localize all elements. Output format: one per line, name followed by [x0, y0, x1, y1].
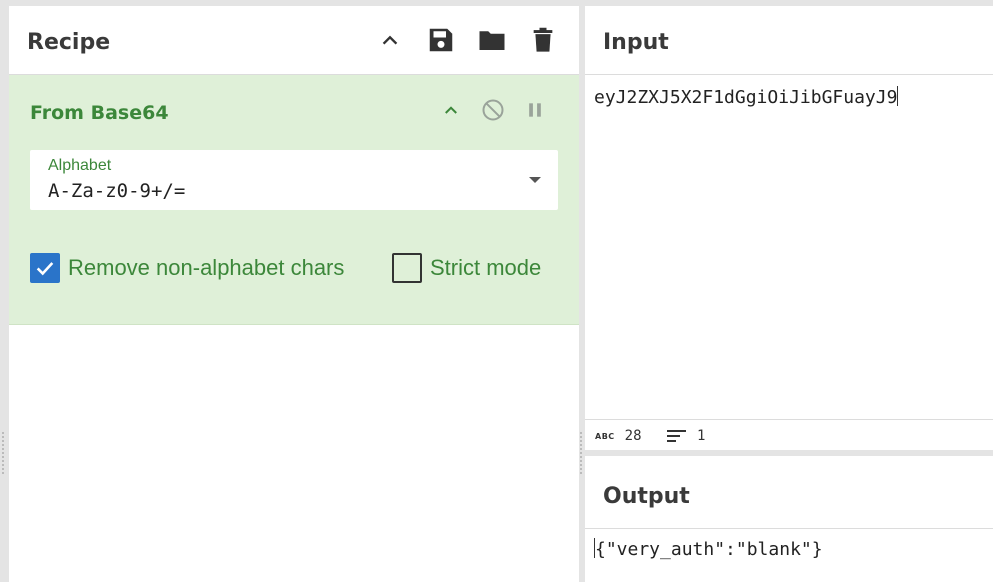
collapse-all-button[interactable]	[374, 24, 406, 56]
input-length: 28	[624, 428, 642, 444]
save-icon	[429, 28, 453, 52]
chevron-up-icon	[445, 106, 457, 114]
input-textarea[interactable]: eyJ2ZXJ5X2F1dGgiOiJibGFuayJ9	[594, 86, 899, 108]
input-lines: 1	[697, 428, 706, 444]
remove-non-alphabet-label: Remove non-alphabet chars	[68, 255, 345, 280]
folder-icon	[479, 31, 505, 50]
alphabet-label: Alphabet	[48, 157, 112, 174]
center-resize-handle[interactable]	[580, 432, 584, 474]
save-recipe-button[interactable]	[425, 24, 457, 56]
output-pane: Output {"very_auth":"blank"}	[585, 456, 993, 582]
text-cursor	[897, 86, 899, 106]
input-text: eyJ2ZXJ5X2F1dGgiOiJibGFuayJ9	[594, 87, 898, 108]
length-stat: ABC 28	[595, 428, 642, 444]
output-header: Output	[585, 456, 993, 529]
recipe-pane: Recipe From Base64 Alphabet A-Za-z0-9+/=…	[9, 6, 579, 582]
pause-icon	[529, 103, 541, 117]
clear-recipe-button[interactable]	[527, 24, 559, 56]
minimise-operation-button[interactable]	[436, 95, 466, 125]
chevron-up-icon	[382, 35, 398, 45]
load-recipe-button[interactable]	[476, 24, 508, 56]
input-title: Input	[603, 30, 669, 55]
disable-operation-button[interactable]	[478, 95, 508, 125]
strict-mode-checkbox[interactable]: Strict mode	[392, 253, 541, 283]
input-header: Input	[585, 6, 993, 75]
lines-stat: 1	[667, 428, 705, 444]
recipe-header: Recipe	[9, 6, 579, 75]
checkbox-checked-icon[interactable]	[30, 253, 60, 283]
trash-icon	[533, 27, 553, 52]
recipe-title: Recipe	[27, 30, 111, 55]
remove-non-alphabet-checkbox[interactable]: Remove non-alphabet chars	[30, 253, 344, 283]
operation-from-base64: From Base64 Alphabet A-Za-z0-9+/= Remove…	[9, 75, 579, 325]
left-resize-handle[interactable]	[2, 432, 6, 474]
dropdown-caret-icon[interactable]	[529, 177, 541, 183]
pause-operation-button[interactable]	[520, 95, 550, 125]
disable-icon	[482, 99, 504, 121]
input-status-bar: ABC 28 1	[585, 419, 993, 450]
output-text: {"very_auth":"blank"}	[595, 539, 823, 560]
alphabet-value: A-Za-z0-9+/=	[48, 180, 186, 202]
operation-title: From Base64	[30, 102, 169, 124]
input-pane: Input eyJ2ZXJ5X2F1dGgiOiJibGFuayJ9 ABC 2…	[585, 6, 993, 450]
output-textarea[interactable]: {"very_auth":"blank"}	[594, 538, 823, 560]
strict-mode-label: Strict mode	[430, 255, 542, 280]
output-title: Output	[603, 484, 690, 509]
lines-icon	[667, 430, 686, 442]
alphabet-select[interactable]: Alphabet A-Za-z0-9+/=	[30, 150, 558, 210]
abc-icon: ABC	[595, 431, 615, 441]
checkbox-unchecked-icon[interactable]	[392, 253, 422, 283]
